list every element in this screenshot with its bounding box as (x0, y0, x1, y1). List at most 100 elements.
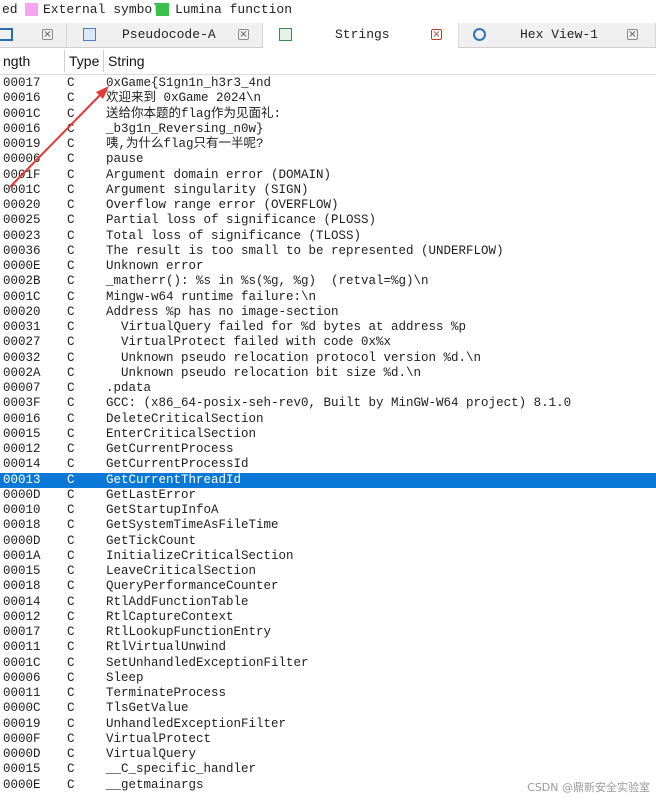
type-cell: C (67, 701, 75, 716)
strings-table-header: ngth Type String (0, 48, 656, 75)
table-row[interactable]: 00017 C RtlLookupFunctionEntry (0, 625, 656, 640)
tab-pseudocode[interactable]: Pseudocode-A × (67, 23, 263, 47)
length-cell: 0001F (3, 167, 41, 182)
type-cell: C (67, 777, 75, 792)
table-row[interactable]: 00019 C 咦,为什么flag只有一半呢? (0, 137, 656, 152)
string-cell: GCC: (x86_64-posix-seh-rev0, Built by Mi… (106, 396, 572, 411)
type-cell: C (67, 762, 75, 777)
tab-hex-view[interactable]: Hex View-1 × (459, 23, 656, 47)
table-row[interactable]: 0000E C Unknown error (0, 259, 656, 274)
table-row[interactable]: 00027 C VirtualProtect failed with code 0… (0, 335, 656, 350)
table-row[interactable]: 00007 C .pdata (0, 381, 656, 396)
string-cell: TerminateProcess (106, 686, 227, 700)
table-row[interactable]: 0001C C 送给你本题的flag作为见面礼: (0, 107, 656, 122)
string-cell: VirtualQuery (106, 747, 197, 761)
table-row[interactable]: 0000D C GetTickCount (0, 534, 656, 549)
table-row[interactable]: 00006 Cpause (0, 152, 656, 167)
table-row[interactable]: 0001F C Argument domain error (DOMAIN) (0, 168, 656, 183)
string-cell: Argument domain error (DOMAIN) (106, 167, 332, 182)
table-row[interactable]: 00018 C GetSystemTimeAsFileTime (0, 518, 656, 533)
table-row[interactable]: 00006 C Sleep (0, 671, 656, 686)
length-cell: 00027 (3, 335, 41, 350)
type-cell: C (67, 472, 75, 487)
table-row[interactable]: 00036 C The result is too small to be repr… (0, 244, 656, 259)
table-row[interactable]: 00016 C _b3g1n_Reversing_n0w} (0, 122, 656, 137)
string-cell: TlsGetValue (106, 701, 189, 716)
table-row[interactable]: 0001C C SetUnhandledExceptionFilter (0, 656, 656, 671)
type-cell: C (67, 335, 75, 350)
table-row[interactable]: 00012 C GetCurrentProcess (0, 442, 656, 457)
type-cell: C (67, 76, 75, 90)
tab-previous[interactable]: × (0, 23, 67, 47)
string-cell: RtlAddFunctionTable (106, 594, 249, 609)
table-row[interactable]: 00019 C UnhandledExceptionFilter (0, 717, 656, 732)
type-cell: C (67, 670, 75, 685)
length-cell: 0001C (3, 655, 41, 670)
table-row[interactable]: 0002A C Unknown pseudo relocation bit siz… (0, 366, 656, 381)
lumina-function-label: Lumina function (175, 2, 293, 17)
table-row[interactable]: 00014 C GetCurrentProcessId (0, 457, 656, 472)
length-cell: 00015 (3, 564, 41, 578)
string-cell: EnterCriticalSection (106, 426, 257, 441)
table-row[interactable]: 00025 C Partial loss of significance (PLOS… (0, 213, 656, 228)
table-row[interactable]: 0001C C Argument singularity (SIGN) (0, 183, 656, 198)
length-cell: 00017 (3, 76, 41, 90)
table-row[interactable]: 00014 C RtlAddFunctionTable (0, 595, 656, 610)
table-row[interactable]: 00015 C LeaveCriticalSection (0, 564, 656, 579)
column-header-length[interactable]: ngth (3, 53, 30, 69)
type-cell: C (67, 747, 75, 761)
table-row[interactable]: 0000F C VirtualProtect (0, 732, 656, 747)
table-row[interactable]: 00012 C RtlCaptureContext (0, 610, 656, 625)
table-row[interactable]: 00023 C Total loss of significance (TLOSS) (0, 229, 656, 244)
table-row[interactable]: 0001C C Mingw-w64 runtime failure:\n (0, 290, 656, 305)
table-row[interactable]: 0000C C TlsGetValue (0, 701, 656, 716)
close-tab-icon[interactable]: × (42, 29, 53, 40)
table-row[interactable]: 00015 C __C_specific_handler (0, 762, 656, 777)
table-row[interactable]: 00020 C Overflow range error (OVERFLOW) (0, 198, 656, 213)
type-cell: C (67, 457, 75, 472)
string-cell: LeaveCriticalSection (106, 564, 257, 578)
table-row[interactable]: 0000D C GetLastError (0, 488, 656, 503)
table-row[interactable]: 00015 C EnterCriticalSection (0, 427, 656, 442)
column-divider[interactable] (103, 50, 104, 72)
length-cell: 0000D (3, 533, 41, 548)
type-cell: C (67, 320, 75, 334)
length-cell: 0001C (3, 106, 41, 121)
table-row[interactable]: 00032 C Unknown pseudo relocation protoco… (0, 351, 656, 366)
column-header-type[interactable]: Type (69, 53, 99, 69)
table-row[interactable]: 00016 C 欢迎来到 0xGame 2024\n (0, 91, 656, 106)
table-row[interactable]: 0001A C InitializeCriticalSection (0, 549, 656, 564)
table-row[interactable]: 0002B C _matherr(): %s in %s(%g, %g) (retv… (0, 274, 656, 289)
type-cell: C (67, 487, 75, 502)
type-cell: C (67, 243, 75, 258)
close-tab-icon[interactable]: × (627, 29, 638, 40)
type-cell: C (67, 548, 75, 563)
table-row[interactable]: 0000D C VirtualQuery (0, 747, 656, 762)
table-row[interactable]: 0003F C GCC: (x86_64-posix-seh-rev0, Built… (0, 396, 656, 411)
type-cell: C (67, 182, 75, 197)
length-cell: 0000C (3, 701, 41, 716)
table-row[interactable]: 00020 C Address %p has no image-section (0, 305, 656, 320)
table-row[interactable]: 00031 C VirtualQuery failed for %d bytes … (0, 320, 656, 335)
table-row[interactable]: 00016 C DeleteCriticalSection (0, 412, 656, 427)
table-row[interactable]: 00017 C 0xGame{S1gn1n_h3r3_4nd (0, 76, 656, 91)
table-row-selected[interactable]: 00013 C GetCurrentThreadId (0, 472, 656, 488)
table-row[interactable]: 00018 C QueryPerformanceCounter (0, 579, 656, 594)
type-cell: C (67, 609, 75, 624)
column-divider[interactable] (64, 50, 65, 72)
length-cell: 00012 (3, 442, 41, 456)
string-cell: GetCurrentThreadId (106, 472, 242, 487)
length-cell: 00015 (3, 762, 41, 777)
color-legend: ed External symbol Lumina function (0, 0, 656, 20)
column-header-string[interactable]: String (108, 53, 145, 69)
tab-strings-label: Strings (335, 27, 390, 42)
strings-icon (279, 28, 292, 41)
tab-strings[interactable]: Strings × (263, 23, 459, 48)
table-row[interactable]: 00011 C TerminateProcess (0, 686, 656, 701)
table-row[interactable]: 00011 C RtlVirtualUnwind (0, 640, 656, 655)
close-tab-icon[interactable]: × (238, 29, 249, 40)
length-cell: 0000D (3, 747, 41, 761)
type-cell: C (67, 396, 75, 411)
close-tab-icon[interactable]: × (431, 29, 442, 40)
table-row[interactable]: 00010 C GetStartupInfoA (0, 503, 656, 518)
